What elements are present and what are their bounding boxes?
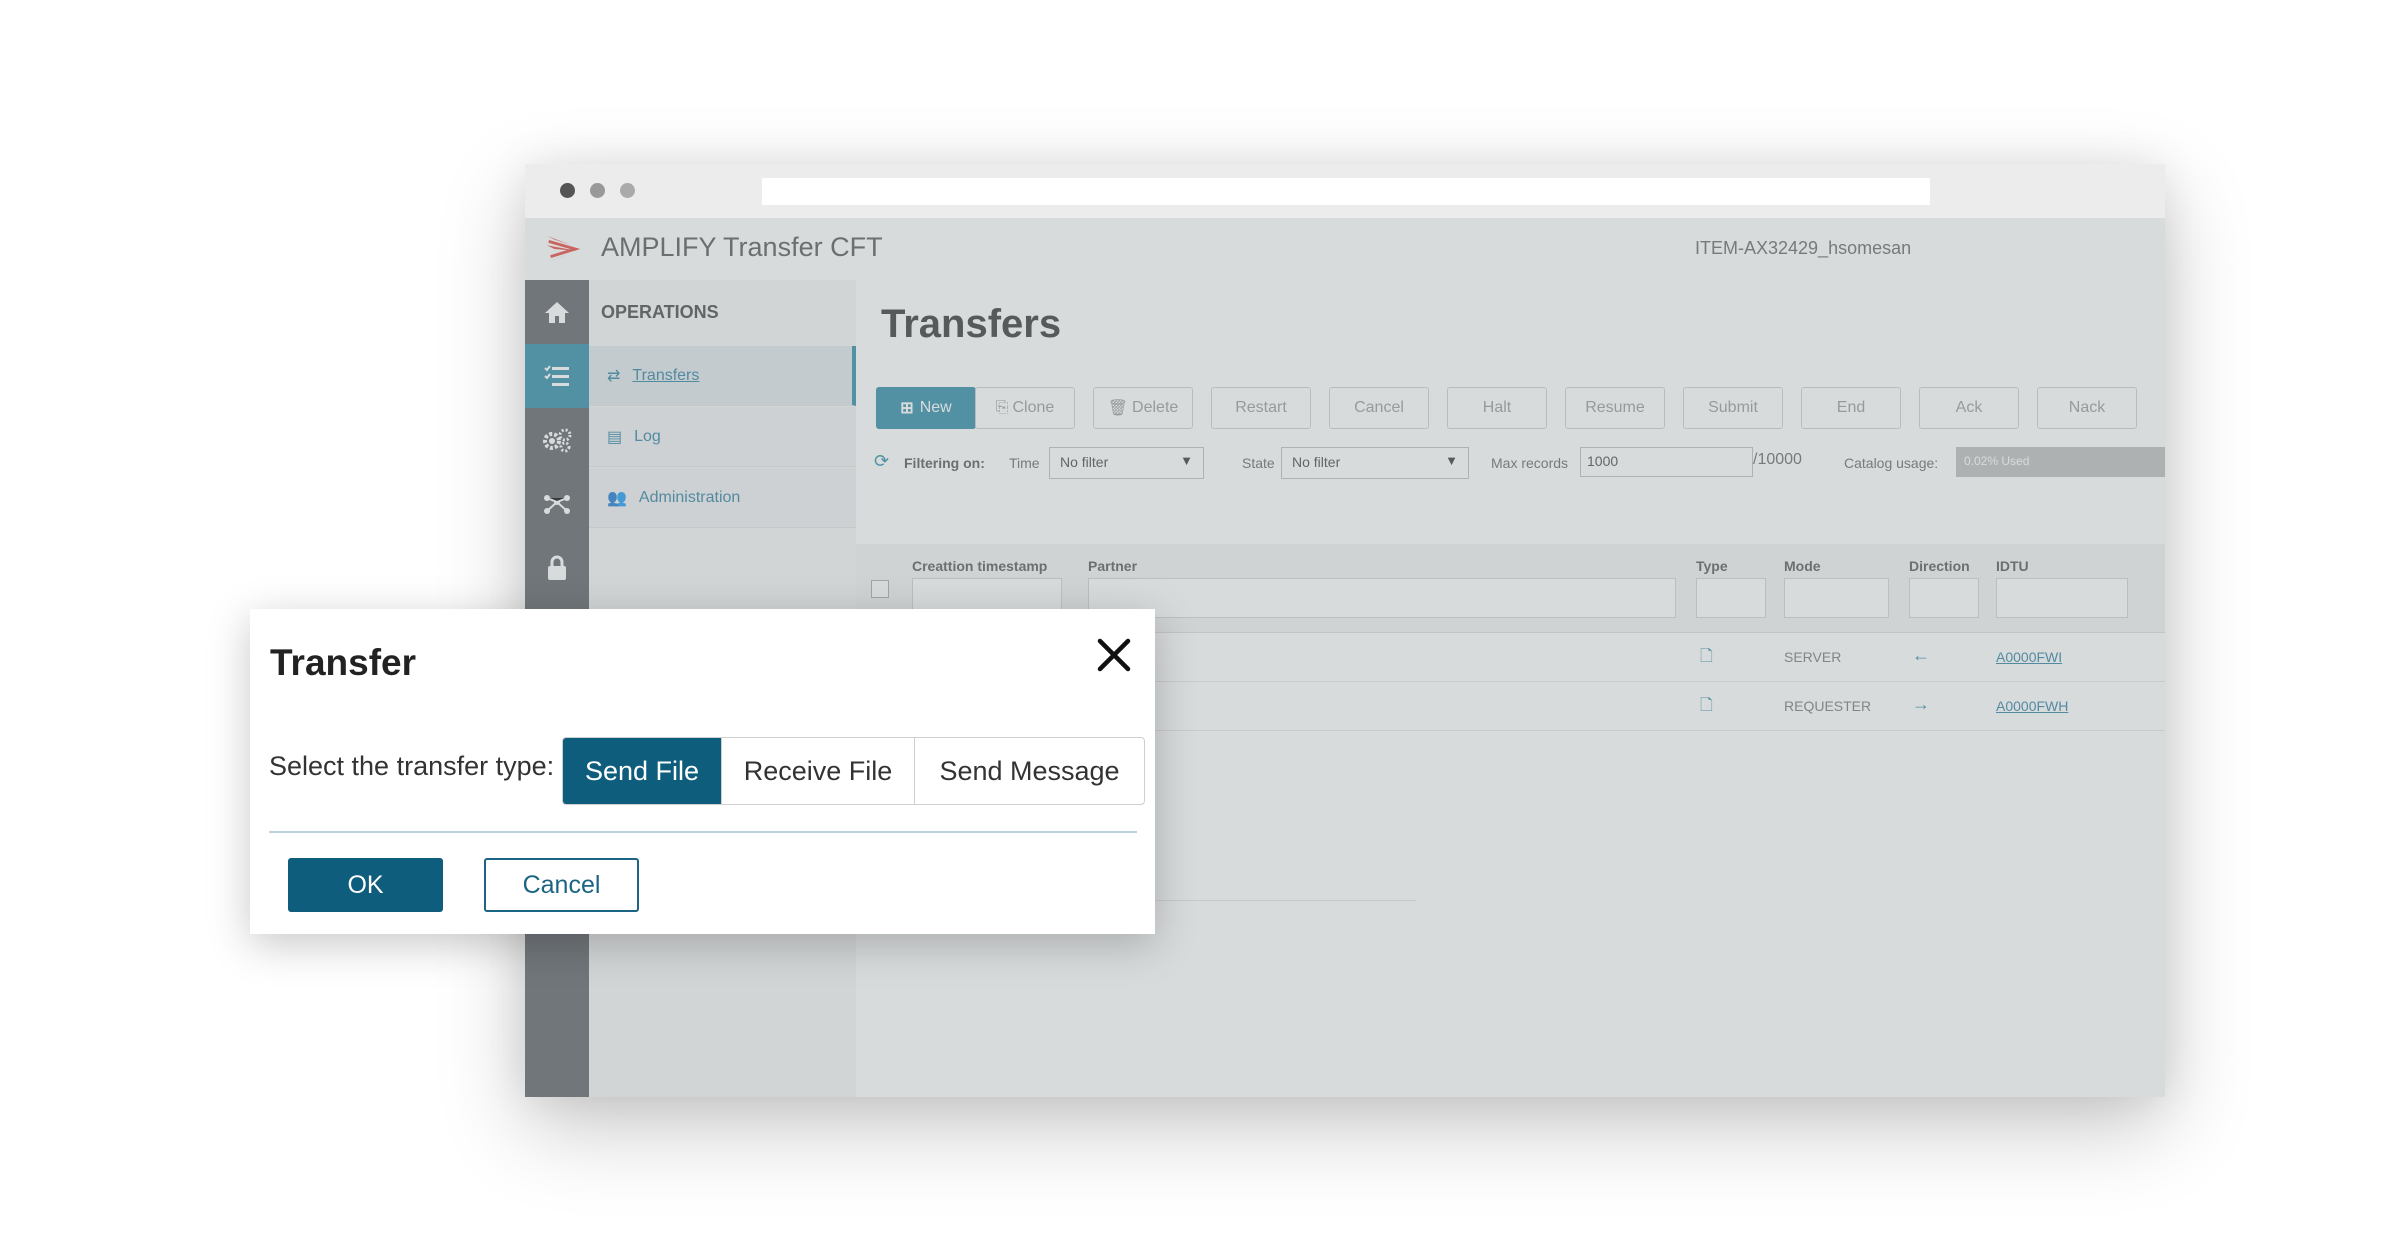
window-maximize-dot[interactable] <box>620 183 635 198</box>
window-close-dot[interactable] <box>560 183 575 198</box>
close-icon[interactable] <box>1090 631 1138 679</box>
window-minimize-dot[interactable] <box>590 183 605 198</box>
cancel-button[interactable]: Cancel <box>484 858 639 912</box>
transfer-dialog: Transfer Select the transfer type: Send … <box>250 609 1155 934</box>
transfer-type-label: Select the transfer type: <box>269 751 555 781</box>
transfer-type-selector: Send File Receive File Send Message <box>562 737 1145 805</box>
address-bar[interactable] <box>762 178 1930 205</box>
receive-file-option[interactable]: Receive File <box>722 738 915 804</box>
ok-button[interactable]: OK <box>288 858 443 912</box>
send-message-option[interactable]: Send Message <box>915 738 1144 804</box>
dialog-title: Transfer <box>270 642 417 683</box>
divider <box>269 831 1137 833</box>
send-file-option[interactable]: Send File <box>563 738 722 804</box>
browser-chrome <box>525 164 2165 218</box>
